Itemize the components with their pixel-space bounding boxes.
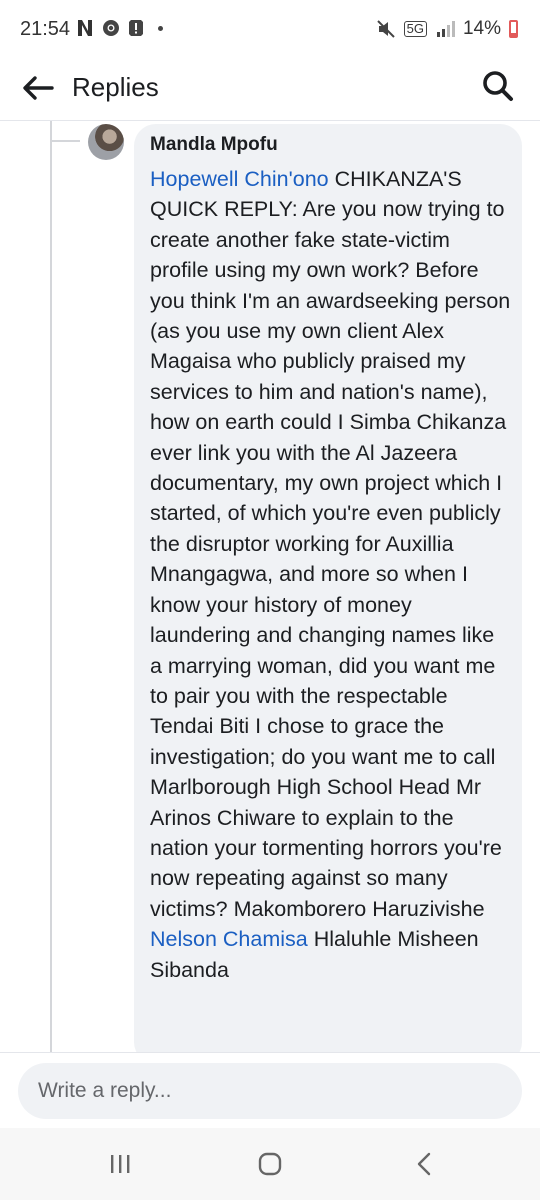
- app-header: Replies: [0, 62, 540, 120]
- home-icon: [258, 1152, 282, 1176]
- recents-icon: [111, 1155, 130, 1173]
- search-icon: [483, 71, 513, 101]
- comment-author[interactable]: Mandla Mpofu: [150, 134, 278, 156]
- comment-text: Hopewell Chin'ono CHIKANZA'S QUICK REPLY…: [150, 164, 512, 985]
- chevron-left-icon: [417, 1152, 431, 1176]
- alert-icon: [129, 20, 143, 36]
- reply-input[interactable]: [18, 1063, 522, 1119]
- battery-percent: 14%: [462, 18, 501, 39]
- back-arrow-icon: [23, 76, 54, 100]
- mention-link-2[interactable]: Nelson Chamisa: [150, 927, 308, 951]
- netflix-n-icon: [78, 20, 92, 36]
- status-bar: 21:54 5G 14%: [0, 0, 540, 62]
- back-nav-button[interactable]: [404, 1148, 444, 1180]
- network-type: 5G: [403, 21, 427, 37]
- home-button[interactable]: [250, 1148, 290, 1180]
- mute-icon: [376, 20, 395, 38]
- chrome-icon: [103, 20, 119, 36]
- notification-icons: [76, 19, 163, 37]
- recents-button[interactable]: [100, 1148, 140, 1180]
- mention-link[interactable]: Hopewell Chin'ono: [150, 167, 329, 191]
- page-title: Replies: [72, 72, 159, 102]
- system-nav-bar: [0, 1128, 540, 1200]
- status-time: 21:54: [20, 18, 71, 40]
- battery-icon: [509, 20, 518, 38]
- thread-connector: [50, 121, 52, 1057]
- avatar[interactable]: [88, 124, 124, 160]
- more-notifications-dot: [158, 25, 163, 31]
- thread-branch: [50, 140, 80, 142]
- comment-body: CHIKANZA'S QUICK REPLY: Are you now tryi…: [150, 167, 511, 921]
- search-button[interactable]: [478, 66, 518, 106]
- status-right: 5G 14%: [376, 18, 518, 40]
- signal-icon: [436, 21, 455, 37]
- header-divider: [0, 120, 540, 121]
- back-button[interactable]: [18, 68, 58, 108]
